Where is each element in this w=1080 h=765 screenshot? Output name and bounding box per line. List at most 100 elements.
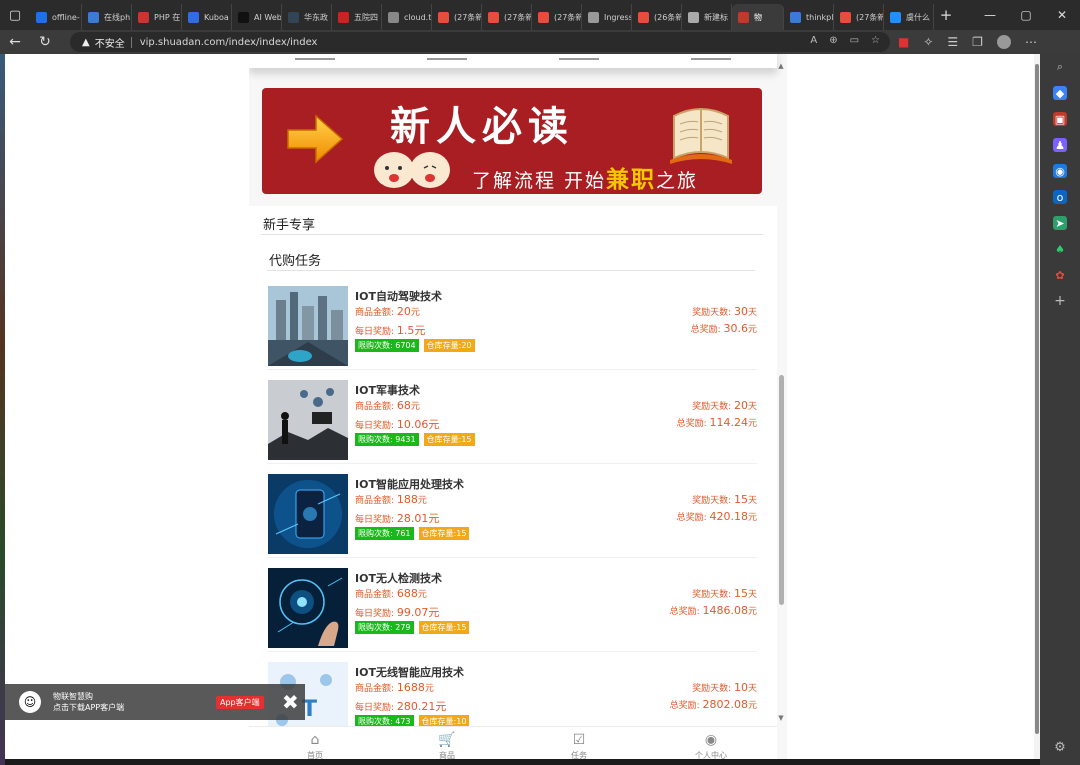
- task-name[interactable]: IOT军事技术: [355, 382, 420, 398]
- extensions-puzzle-icon[interactable]: ✧: [923, 35, 933, 49]
- task-thumbnail[interactable]: [268, 286, 348, 366]
- amount-value: 1688: [396, 681, 425, 694]
- address-bar[interactable]: ▲ 不安全 vip.shuadan.com/index/index/index …: [70, 32, 890, 52]
- games-icon[interactable]: ♟: [1053, 138, 1067, 152]
- tree-icon[interactable]: ♠: [1053, 242, 1067, 256]
- task-name[interactable]: IOT智能应用处理技术: [355, 476, 464, 492]
- browser-tab[interactable]: PHP 在: [132, 4, 182, 30]
- task-item[interactable]: IOT智能应用处理技术 商品金额: 188元 每日奖励: 28.01元 奖励天数: 1…: [267, 464, 757, 558]
- browser-tab[interactable]: (26条新: [632, 4, 682, 30]
- collections-icon[interactable]: ❐: [972, 35, 983, 49]
- profile-avatar[interactable]: [996, 35, 1011, 49]
- item-reward-days: 奖励天数: 30天: [692, 305, 757, 318]
- app-download-popup[interactable]: ☺ 物联智慧购 点击下载APP客户端 App客户端 ✖: [5, 684, 305, 720]
- browser-tab[interactable]: (27条新: [482, 4, 532, 30]
- more-menu-icon[interactable]: ⋯: [1025, 35, 1037, 49]
- task-name[interactable]: IOT无人检测技术: [355, 570, 442, 586]
- limit-value: 279: [395, 623, 411, 632]
- browser-tab[interactable]: thinkpl: [784, 4, 834, 30]
- total-label: 总奖励:: [676, 513, 707, 523]
- scroll-down-icon[interactable]: ▼: [777, 714, 785, 722]
- tagline-text: 了解流程 开始: [472, 170, 607, 192]
- task-thumbnail[interactable]: [268, 568, 348, 648]
- scroll-up-icon[interactable]: ▲: [777, 62, 785, 70]
- browser-tab[interactable]: cloud.t: [382, 4, 432, 30]
- browser-tab[interactable]: (27条新: [532, 4, 582, 30]
- scroll-thumb[interactable]: [779, 375, 784, 605]
- scroll-thumb[interactable]: [1035, 64, 1039, 734]
- task-thumbnail[interactable]: [268, 380, 348, 460]
- copilot-icon[interactable]: ◉: [1053, 164, 1067, 178]
- shopping-tag-icon[interactable]: ◆: [1053, 86, 1067, 100]
- tab-title: 五院四: [354, 12, 378, 22]
- send-icon[interactable]: ➤: [1053, 216, 1067, 230]
- task-item[interactable]: IOT无人检测技术 商品金额: 688元 每日奖励: 99.07元 奖励天数: 15天…: [267, 558, 757, 652]
- refresh-icon[interactable]: ↻: [30, 34, 60, 50]
- task-item[interactable]: IOT自动驾驶技术 商品金额: 20元 每日奖励: 1.5元 奖励天数: 30天 总奖励…: [267, 276, 757, 370]
- task-name[interactable]: IOT无线智能应用技术: [355, 664, 464, 680]
- apps-icon[interactable]: ✿: [1053, 268, 1067, 282]
- gear-icon[interactable]: ⚙: [1054, 740, 1066, 755]
- page-scrollbar[interactable]: ▲ ▼: [777, 62, 785, 722]
- task-thumbnail[interactable]: [268, 474, 348, 554]
- browser-tab[interactable]: 物: [732, 4, 784, 30]
- item-total-reward: 总奖励: 114.24元: [677, 416, 757, 429]
- browser-tab[interactable]: 在线ph: [82, 4, 132, 30]
- favorites-icon[interactable]: ☰: [947, 35, 958, 49]
- days-label: 奖励天数:: [692, 402, 732, 412]
- browser-tab[interactable]: Kuboa: [182, 4, 232, 30]
- limit-badge: 限购次数: 6704: [355, 339, 419, 352]
- amount-value: 188: [396, 493, 418, 506]
- close-window-button[interactable]: ✕: [1044, 0, 1080, 30]
- reader-view-icon[interactable]: ▭: [850, 35, 859, 46]
- add-icon[interactable]: +: [1053, 293, 1067, 309]
- zoom-icon[interactable]: ⊕: [829, 35, 837, 46]
- download-app-button[interactable]: App客户端: [216, 696, 264, 709]
- bottom-nav-item[interactable]: ☑ 任务: [549, 727, 609, 759]
- tab-favicon-icon: [840, 11, 851, 23]
- daily-value: 280.21: [396, 700, 436, 713]
- stock-value: 20: [461, 341, 472, 350]
- read-aloud-icon[interactable]: A: [810, 35, 817, 46]
- favorite-star-icon[interactable]: ☆: [871, 35, 880, 46]
- minimize-button[interactable]: —: [972, 0, 1008, 30]
- outlook-icon[interactable]: o: [1053, 190, 1067, 204]
- toolbox-icon[interactable]: ▣: [1053, 112, 1067, 126]
- taskbar-peek: [5, 759, 1040, 765]
- search-icon[interactable]: ⌕: [1053, 60, 1067, 74]
- newcomer-card: 新手专享 代购任务 IOT自动驾驶技术 商品金额: 20元 每日奖励: 1.5元 奖励…: [249, 206, 777, 759]
- limit-value: 6704: [395, 341, 416, 350]
- task-icon: ☑: [572, 732, 586, 748]
- tab-title: 华东政: [304, 12, 328, 22]
- stock-badge: 仓库存量:15: [423, 433, 475, 446]
- tab-favicon-icon: [138, 11, 149, 23]
- extension-icon[interactable]: ■: [898, 35, 909, 49]
- bottom-nav-item[interactable]: ◉ 个人中心: [681, 727, 741, 759]
- item-amount: 商品金额: 1688元: [355, 681, 434, 694]
- browser-tab[interactable]: 新建标: [682, 4, 732, 30]
- tab-title: Ingress: [604, 12, 632, 22]
- browser-tab[interactable]: 五院四: [332, 4, 382, 30]
- stock-label: 仓库存量:: [421, 623, 457, 632]
- bottom-nav-item[interactable]: 🛒 商品: [417, 727, 477, 759]
- security-label[interactable]: 不安全: [95, 35, 125, 50]
- tab-actions-icon[interactable]: ▢: [0, 0, 30, 30]
- unit-label: 元: [747, 607, 757, 617]
- browser-tab[interactable]: (27条新: [834, 4, 884, 30]
- bottom-nav-item[interactable]: ⌂ 首页: [285, 727, 345, 759]
- maximize-button[interactable]: ▢: [1008, 0, 1044, 30]
- close-icon[interactable]: ✖: [282, 690, 299, 714]
- url-text[interactable]: vip.shuadan.com/index/index/index: [140, 37, 318, 48]
- newcomer-banner[interactable]: 新人必读 了解流程 开始兼职之旅: [262, 88, 762, 194]
- new-tab-button[interactable]: +: [934, 6, 958, 24]
- browser-tab[interactable]: 虞什么: [884, 4, 934, 30]
- task-item[interactable]: IOT军事技术 商品金额: 68元 每日奖励: 10.06元 奖励天数: 20天 总奖励…: [267, 370, 757, 464]
- task-name[interactable]: IOT自动驾驶技术: [355, 288, 442, 304]
- browser-tab[interactable]: Ingress: [582, 4, 632, 30]
- tab-favicon-icon: [288, 11, 299, 23]
- browser-tab[interactable]: (27条新: [432, 4, 482, 30]
- back-icon[interactable]: ←: [0, 34, 30, 50]
- browser-tab[interactable]: offline-: [30, 4, 82, 30]
- browser-tab[interactable]: AI Web: [232, 4, 282, 30]
- browser-tab[interactable]: 华东政: [282, 4, 332, 30]
